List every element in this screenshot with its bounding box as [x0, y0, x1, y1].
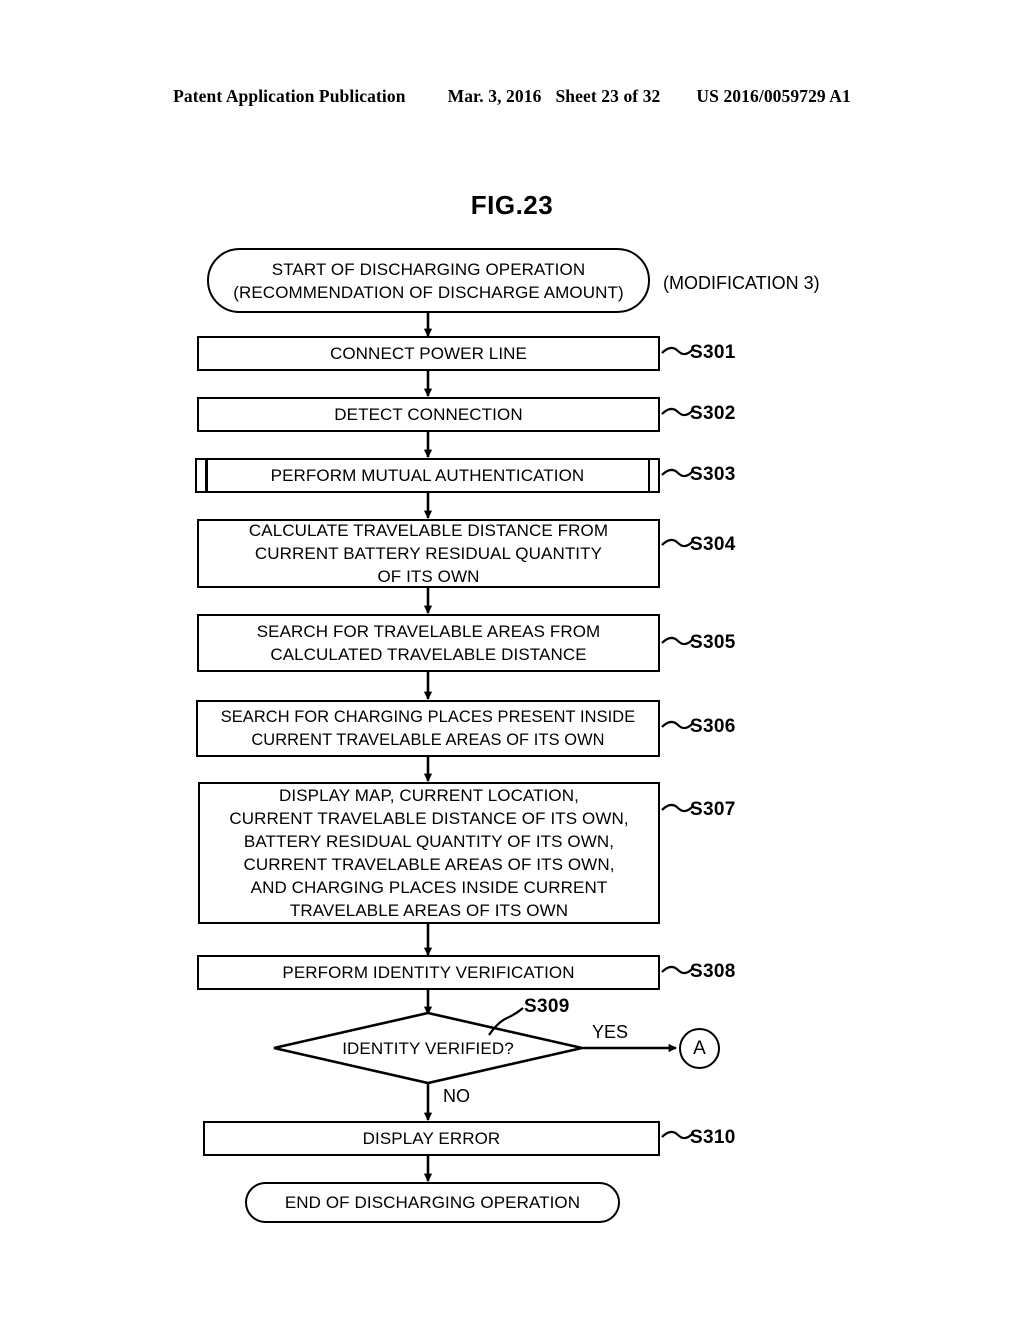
step-id-s305: S305 — [690, 632, 736, 653]
step-id-s306: S306 — [690, 716, 736, 737]
step-box-s302: DETECT CONNECTION — [197, 397, 660, 432]
step-box-s310: DISPLAY ERROR — [203, 1121, 660, 1156]
decision-identity-verified: IDENTITY VERIFIED? — [274, 1013, 582, 1083]
step-id-s304: S304 — [690, 534, 736, 555]
modification-note: (MODIFICATION 3) — [663, 273, 820, 293]
step-id-s308: S308 — [690, 961, 736, 982]
step-box-s307: DISPLAY MAP, CURRENT LOCATION, CURRENT T… — [198, 782, 660, 924]
step-box-s303: PERFORM MUTUAL AUTHENTICATION — [195, 458, 660, 493]
step-box-s301: CONNECT POWER LINE — [197, 336, 660, 371]
end-terminator: END OF DISCHARGING OPERATION — [245, 1182, 620, 1223]
step-id-s302: S302 — [690, 403, 736, 424]
branch-label-yes: YES — [592, 1022, 629, 1042]
connector-circle-a: A — [679, 1028, 720, 1069]
start-terminator: START OF DISCHARGING OPERATION (RECOMMEN… — [207, 248, 650, 313]
step-box-s305: SEARCH FOR TRAVELABLE AREAS FROM CALCULA… — [197, 614, 660, 672]
step-box-s306: SEARCH FOR CHARGING PLACES PRESENT INSID… — [196, 700, 660, 757]
step-id-s309: S309 — [524, 996, 570, 1017]
step-box-s304: CALCULATE TRAVELABLE DISTANCE FROM CURRE… — [197, 519, 660, 588]
step-id-s301: S301 — [690, 342, 736, 363]
step-id-s303: S303 — [690, 464, 736, 485]
decision-label: IDENTITY VERIFIED? — [342, 1038, 514, 1058]
step-box-s303-label: PERFORM MUTUAL AUTHENTICATION — [270, 466, 585, 485]
step-id-s307: S307 — [690, 799, 736, 820]
step-box-s308: PERFORM IDENTITY VERIFICATION — [197, 955, 660, 990]
branch-label-no: NO — [443, 1086, 470, 1106]
step-id-s310: S310 — [690, 1127, 736, 1148]
